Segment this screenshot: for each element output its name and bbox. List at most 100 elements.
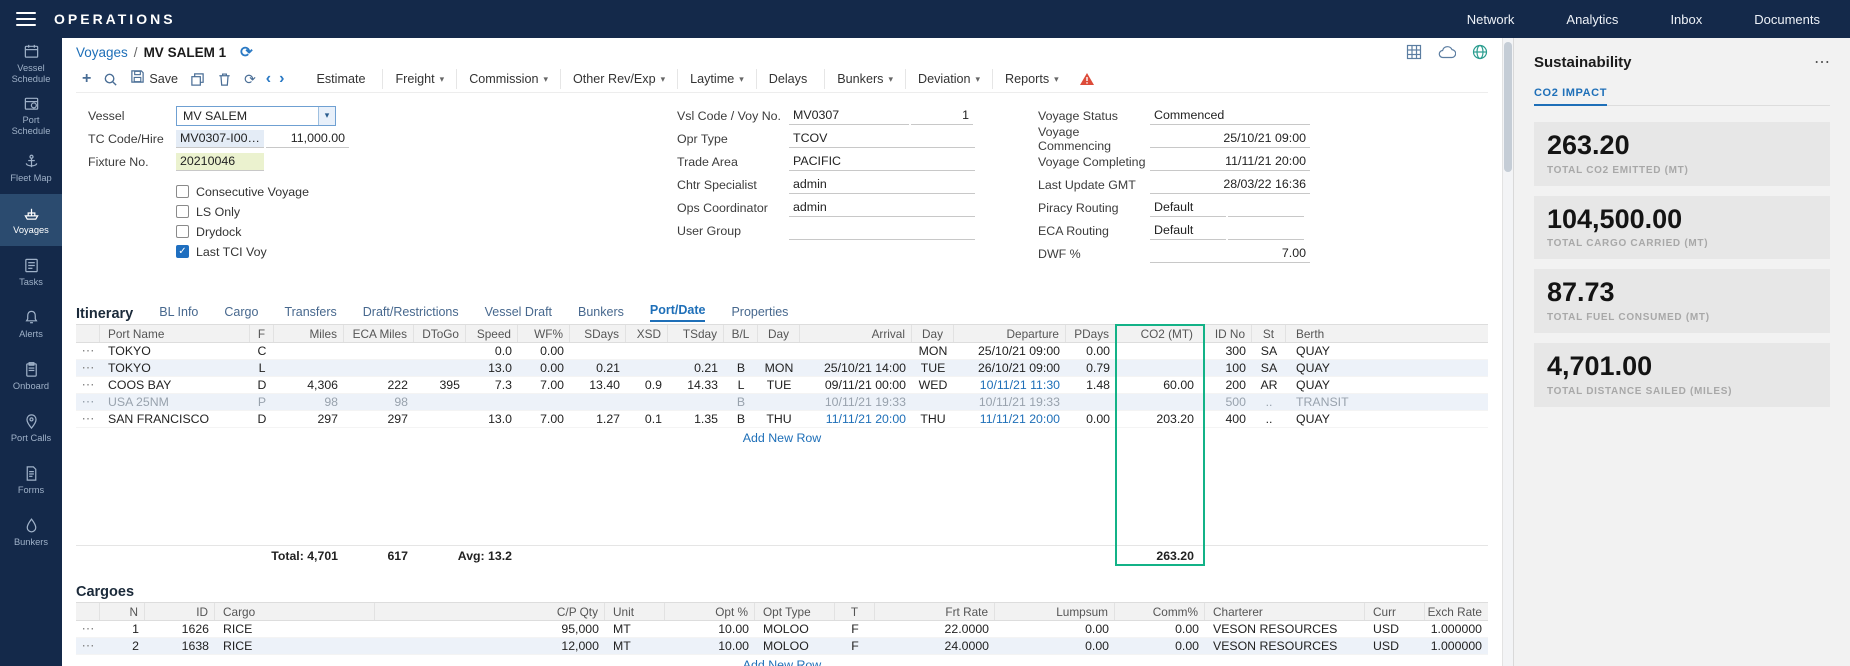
cell-unit[interactable]: MT [605,622,665,636]
cell-opt-pct[interactable]: 10.00 [665,639,755,653]
toolbar-menu-item[interactable]: Reports ▾ [992,69,1071,89]
eca-routing-field[interactable]: Default [1150,222,1226,240]
toolbar-menu-item[interactable]: Commission ▾ [456,69,560,89]
cell-port-name[interactable]: COOS BAY [100,378,250,392]
cell-cp-qty[interactable]: 95,000 [375,622,605,636]
cell-port-name[interactable]: USA 25NM [100,395,250,409]
checkbox-last-tci-voy[interactable]: ✓ Last TCI Voy [176,242,358,261]
cell-wf[interactable]: 0.00 [518,361,570,375]
toolbar-menu-item[interactable]: Laytime ▾ [677,69,756,89]
tc-code-field[interactable]: MV0307-I00… [176,130,264,148]
cell-miles[interactable]: 297 [274,412,344,426]
cell-function[interactable]: P [250,395,274,409]
itinerary-tab[interactable]: BL Info [159,305,198,322]
sync-icon[interactable]: ⟳ [238,69,262,90]
cell-berth[interactable]: QUAY [1286,344,1488,358]
sidebar-item-fleet-map[interactable]: Fleet Map [0,142,62,194]
itinerary-row[interactable]: ⋯ TOKYO C 0.0 0.00 MON [76,343,1488,360]
cell-st[interactable]: AR [1252,378,1286,392]
cell-opt-pct[interactable]: 10.00 [665,622,755,636]
cell-lumpsum[interactable]: 0.00 [995,639,1115,653]
cell-id[interactable]: 1626 [145,622,215,636]
sidebar-item-port-schedule[interactable]: Port Schedule [0,90,62,142]
itinerary-tab[interactable]: Port/Date [650,303,706,322]
row-menu-icon[interactable]: ⋯ [76,377,100,393]
next-voyage-icon[interactable]: › [275,70,288,88]
add-new-row-link[interactable]: Add New Row [743,431,822,445]
cell-pdays[interactable]: 0.79 [1066,361,1116,375]
cell-function[interactable]: D [250,378,274,392]
cell-arrival-day[interactable]: TUE [758,378,800,392]
save-button[interactable]: Save [124,67,184,91]
cell-function[interactable]: C [250,344,274,358]
cell-berth[interactable]: QUAY [1286,361,1488,375]
tc-hire-field[interactable]: 11,000.00 [266,130,349,148]
sidebar-item-forms[interactable]: Forms [0,454,62,506]
cell-tsday[interactable]: 14.33 [668,378,724,392]
more-options-icon[interactable]: ⋯ [1814,58,1830,68]
cell-port-name[interactable]: TOKYO [100,344,250,358]
cell-departure[interactable]: 26/10/21 09:00 [954,361,1066,375]
cell-pdays[interactable]: 0.00 [1066,344,1116,358]
cell-arrival-day[interactable]: MON [758,361,800,375]
cell-miles[interactable]: 4,306 [274,378,344,392]
checkbox-drydock[interactable]: Drydock [176,222,358,241]
cell-id-no[interactable]: 500 [1204,395,1252,409]
toolbar-menu-item[interactable]: Other Rev/Exp ▾ [560,69,677,89]
sidebar-item-vessel-schedule[interactable]: Vessel Schedule [0,38,62,90]
cell-eca-miles[interactable]: 297 [344,412,414,426]
toolbar-menu-item[interactable]: Delays [756,69,825,89]
row-menu-icon[interactable]: ⋯ [76,638,100,654]
cargo-row[interactable]: ⋯ 1 1626 RICE 95,000 MT 10.00 MOLOO F 22… [76,621,1488,638]
cell-eca-miles[interactable]: 98 [344,395,414,409]
cell-st[interactable]: SA [1252,361,1286,375]
toolbar-menu-item[interactable]: Deviation ▾ [905,69,992,89]
row-menu-icon[interactable]: ⋯ [76,411,100,427]
search-icon[interactable] [97,70,124,89]
refresh-icon[interactable]: ⟳ [240,43,253,61]
cell-speed[interactable]: 13.0 [466,361,518,375]
cell-departure[interactable]: 10/11/21 19:33 [954,395,1066,409]
grid-view-icon[interactable] [1406,44,1422,60]
cell-comm-pct[interactable]: 0.00 [1115,639,1205,653]
toolbar-menu-item[interactable]: Bunkers ▾ [824,69,905,89]
vsl-code-field[interactable]: MV0307 [789,107,909,125]
cell-opt-type[interactable]: MOLOO [755,622,835,636]
sidebar-item-port-calls[interactable]: Port Calls [0,402,62,454]
cell-tsday[interactable]: 0.21 [668,361,724,375]
cell-bl[interactable]: L [724,378,758,392]
cell-departure[interactable]: 25/10/21 09:00 [954,344,1066,358]
cell-function[interactable]: D [250,412,274,426]
cell-departure[interactable]: 10/11/21 11:30 [954,378,1066,392]
cell-n[interactable]: 1 [100,622,145,636]
itinerary-tab[interactable]: Draft/Restrictions [363,305,459,322]
cell-id[interactable]: 1638 [145,639,215,653]
trade-area-field[interactable]: PACIFIC [789,153,975,171]
cell-port-name[interactable]: TOKYO [100,361,250,375]
cell-arrival[interactable]: 25/10/21 14:00 [800,361,912,375]
cell-t[interactable]: F [835,622,875,636]
cell-id-no[interactable]: 400 [1204,412,1252,426]
cargo-row[interactable]: ⋯ 2 1638 RICE 12,000 MT 10.00 MOLOO F 24… [76,638,1488,655]
cell-id-no[interactable]: 200 [1204,378,1252,392]
cell-speed[interactable]: 0.0 [466,344,518,358]
cell-id-no[interactable]: 300 [1204,344,1252,358]
cell-st[interactable]: SA [1252,344,1286,358]
cell-arrival-day[interactable]: THU [758,412,800,426]
cell-sdays[interactable]: 0.21 [570,361,626,375]
cell-exch-rate[interactable]: 1.000000 [1425,622,1488,636]
user-group-field[interactable] [789,222,975,240]
cell-curr[interactable]: USD [1365,639,1425,653]
cell-lumpsum[interactable]: 0.00 [995,622,1115,636]
cell-departure-day[interactable]: WED [912,378,954,392]
row-menu-icon[interactable]: ⋯ [76,360,100,376]
cell-sdays[interactable]: 13.40 [570,378,626,392]
breadcrumb-voyages-link[interactable]: Voyages [76,45,128,60]
cell-opt-type[interactable]: MOLOO [755,639,835,653]
chtr-specialist-field[interactable]: admin [789,176,975,194]
toolbar-menu-item[interactable]: Estimate [304,69,382,89]
sidebar-item-tasks[interactable]: Tasks [0,246,62,298]
cell-departure-day[interactable]: TUE [912,361,954,375]
cell-departure-day[interactable]: THU [912,412,954,426]
cell-berth[interactable]: QUAY [1286,412,1488,426]
